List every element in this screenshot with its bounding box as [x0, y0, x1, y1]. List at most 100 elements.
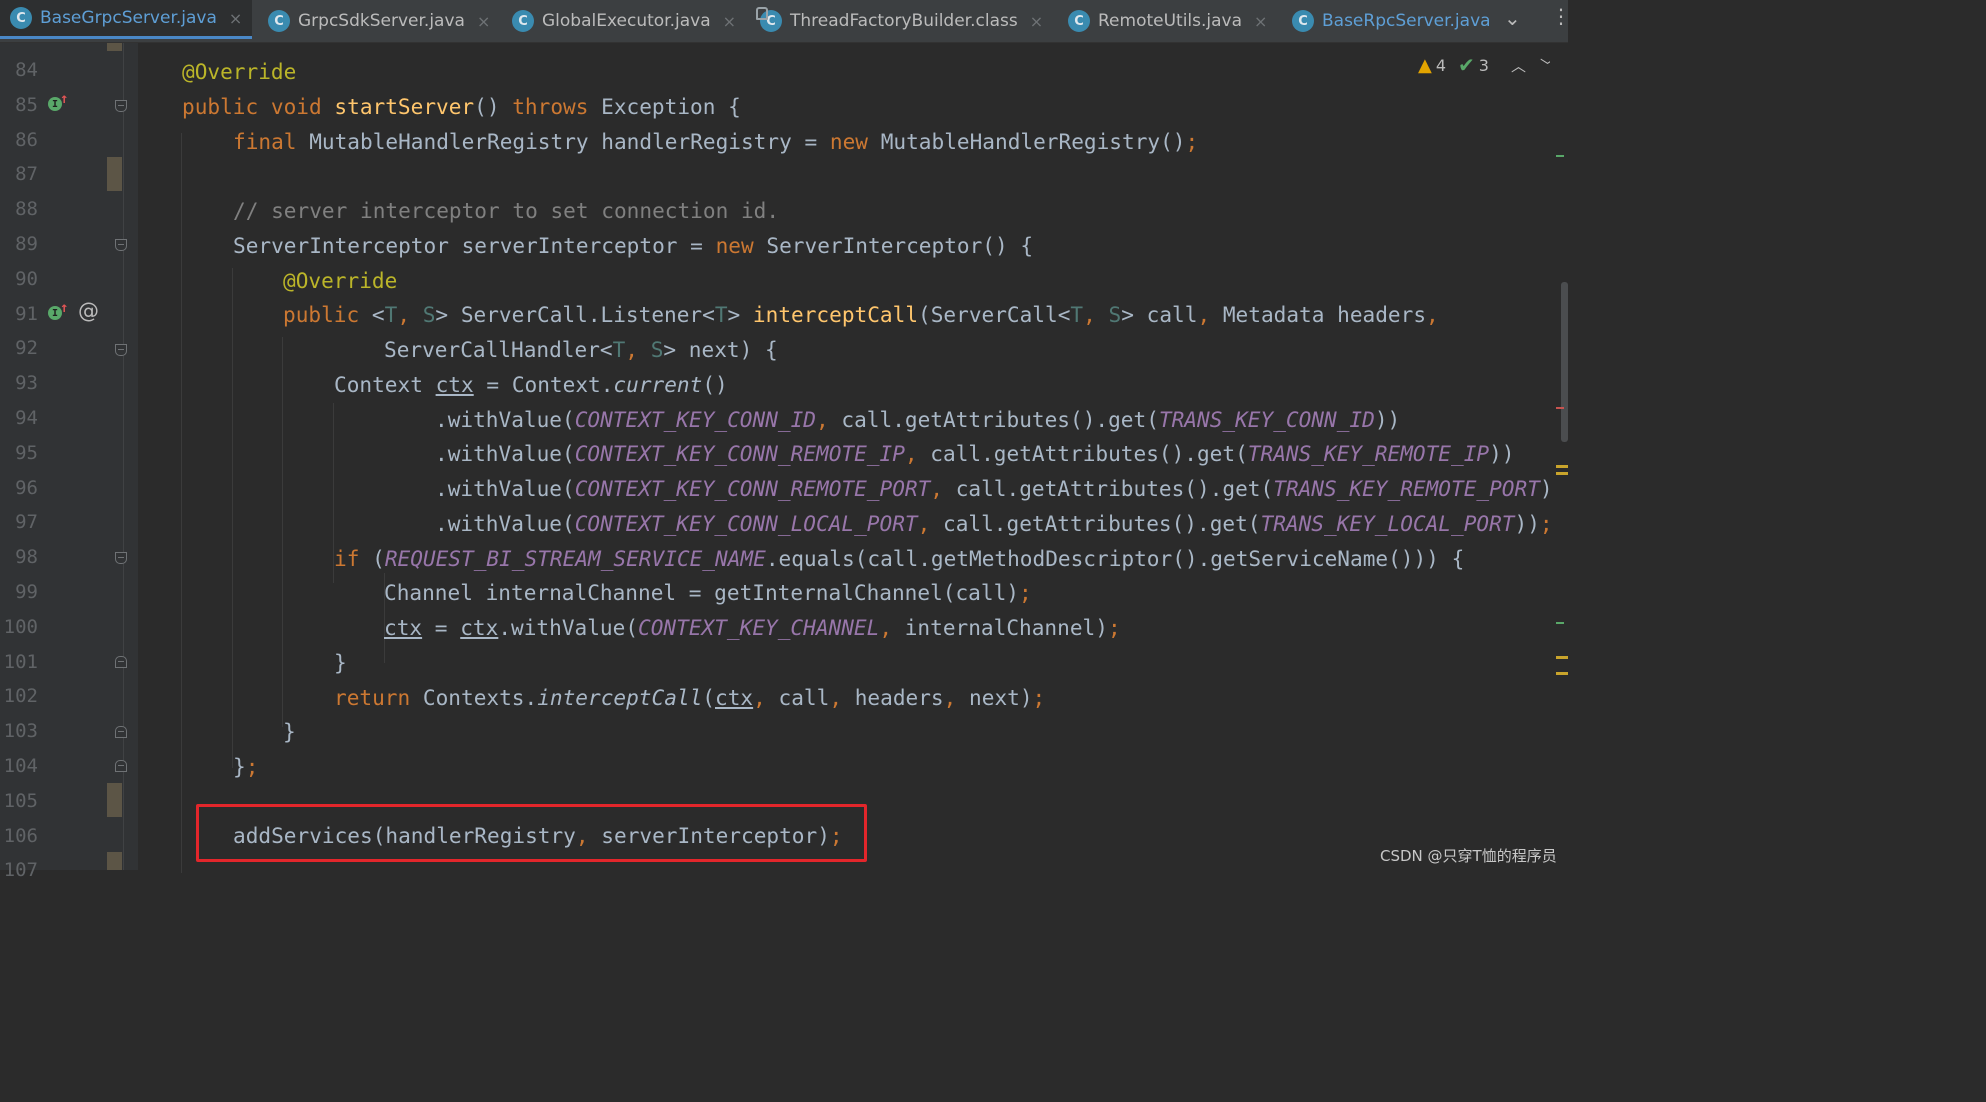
- tab-threadfactorybuilder[interactable]: C ThreadFactoryBuilder.class ×: [756, 0, 1043, 42]
- line-number[interactable]: 105: [0, 790, 38, 812]
- code-line: ServerInterceptor serverInterceptor = ne…: [233, 233, 1033, 258]
- class-icon: C: [512, 10, 534, 32]
- constant: CONTEXT_KEY_CHANNEL: [638, 615, 880, 640]
- keyword: final: [233, 129, 297, 154]
- error-marker[interactable]: [1556, 407, 1564, 409]
- fold-toggle-icon[interactable]: [115, 344, 127, 356]
- code-text: MutableHandlerRegistry handlerRegistry =: [296, 129, 830, 154]
- tab-basegrpcserver[interactable]: C BaseGrpcServer.java ×: [0, 0, 252, 39]
- close-icon[interactable]: ×: [229, 9, 242, 28]
- semicolon: ;: [1185, 129, 1199, 154]
- line-number[interactable]: 101: [0, 651, 38, 673]
- line-number[interactable]: 96: [0, 477, 38, 499]
- scrollbar-thumb[interactable]: [1561, 282, 1568, 442]
- keyword: if: [334, 546, 360, 571]
- code-line: .withValue(CONTEXT_KEY_CONN_LOCAL_PORT, …: [435, 511, 1553, 536]
- annotation-at-icon[interactable]: @: [78, 299, 99, 323]
- tab-globalexecutor[interactable]: C GlobalExecutor.java ×: [512, 0, 736, 42]
- code-text: }: [233, 754, 246, 779]
- implements-method-icon[interactable]: I ↑: [48, 91, 68, 111]
- tab-label: BaseRpcServer.java: [1322, 11, 1491, 31]
- line-number[interactable]: 90: [0, 268, 38, 290]
- variable: ctx: [460, 615, 499, 640]
- line-number[interactable]: 91: [0, 303, 38, 325]
- class-icon: C: [10, 7, 32, 29]
- line-number[interactable]: 85: [0, 94, 38, 116]
- fold-toggle-icon[interactable]: [115, 100, 127, 112]
- code-text: (ServerCall<: [918, 302, 1071, 327]
- code-editor[interactable]: @Override public void startServer() thro…: [138, 43, 1565, 873]
- line-number[interactable]: 106: [0, 825, 38, 847]
- tab-label: GrpcSdkServer.java: [298, 11, 465, 31]
- code-text: MutableHandlerRegistry(): [868, 129, 1186, 154]
- code-text: call: [778, 685, 830, 710]
- line-number[interactable]: 104: [0, 755, 38, 777]
- line-number[interactable]: 99: [0, 581, 38, 603]
- code-text: (: [702, 685, 715, 710]
- fold-toggle-icon[interactable]: [115, 656, 127, 668]
- code-line: }: [334, 650, 347, 675]
- warning-marker[interactable]: [1556, 672, 1568, 675]
- line-number[interactable]: 93: [0, 372, 38, 394]
- highlight-annotation-box: [196, 804, 867, 862]
- line-number[interactable]: 95: [0, 442, 38, 464]
- fold-toggle-icon[interactable]: [115, 760, 127, 772]
- close-icon[interactable]: ×: [477, 12, 490, 31]
- semicolon: ;: [245, 754, 259, 779]
- fold-toggle-icon[interactable]: [115, 552, 127, 564]
- tab-grpcsdkserver[interactable]: C GrpcSdkServer.java ×: [268, 0, 490, 42]
- code-text: ,: [904, 441, 931, 466]
- checkmark-icon: ✔: [1458, 53, 1475, 77]
- tab-remoteutils[interactable]: C RemoteUtils.java ×: [1068, 0, 1267, 42]
- line-number[interactable]: 86: [0, 129, 38, 151]
- code-text: )): [1489, 441, 1515, 466]
- warning-marker[interactable]: [1556, 465, 1568, 468]
- close-icon[interactable]: ×: [1254, 12, 1267, 31]
- code-text: ServerInterceptor() {: [753, 233, 1034, 258]
- code-text: call.getAttributes().get(: [943, 511, 1261, 536]
- line-number[interactable]: 97: [0, 511, 38, 533]
- line-number[interactable]: 103: [0, 720, 38, 742]
- fold-toggle-icon[interactable]: [115, 239, 127, 251]
- code-line: ctx = ctx.withValue(CONTEXT_KEY_CHANNEL,…: [384, 615, 1121, 640]
- close-icon[interactable]: ×: [723, 12, 736, 31]
- change-marker: [107, 783, 122, 817]
- inspection-widget[interactable]: ▲ 4 ✔ 3 ︿ ﹀: [1418, 53, 1555, 77]
- keyword: public: [182, 94, 259, 119]
- code-text: =: [422, 615, 461, 640]
- tab-baserpcserver[interactable]: C BaseRpcServer.java: [1292, 0, 1491, 42]
- vcs-change-marker[interactable]: [1556, 155, 1564, 157]
- warning-marker[interactable]: [1556, 656, 1568, 659]
- vertical-scrollbar[interactable]: [1550, 43, 1568, 870]
- line-number[interactable]: 84: [0, 59, 38, 81]
- line-number[interactable]: 89: [0, 233, 38, 255]
- close-icon[interactable]: ×: [1030, 12, 1043, 31]
- line-number[interactable]: 92: [0, 337, 38, 359]
- more-vertical-icon[interactable]: ⋮: [1551, 4, 1571, 28]
- type-param: S: [422, 302, 436, 327]
- indent-guide: [232, 268, 233, 768]
- line-number[interactable]: 94: [0, 407, 38, 429]
- line-number[interactable]: 98: [0, 546, 38, 568]
- chevron-down-icon[interactable]: ⌄: [1504, 6, 1521, 30]
- code-text: ServerCallHandler<: [384, 337, 613, 362]
- line-number[interactable]: 87: [0, 163, 38, 185]
- vcs-change-marker[interactable]: [1556, 622, 1564, 624]
- constant: CONTEXT_KEY_CONN_REMOTE_IP: [574, 441, 905, 466]
- semicolon: ;: [1018, 580, 1032, 605]
- code-text: ,: [1197, 302, 1223, 327]
- constant: TRANS_KEY_LOCAL_PORT: [1260, 511, 1515, 536]
- implements-method-icon[interactable]: I ↑: [48, 300, 68, 320]
- chevron-up-icon[interactable]: ︿: [1511, 55, 1526, 76]
- code-text: next): [969, 685, 1033, 710]
- code-text: ,: [917, 511, 943, 536]
- constant: CONTEXT_KEY_CONN_REMOTE_PORT: [574, 476, 931, 501]
- fold-toggle-icon[interactable]: [115, 726, 127, 738]
- code-text: .withValue(: [435, 476, 575, 501]
- line-number[interactable]: 88: [0, 198, 38, 220]
- editor-tab-bar: C BaseGrpcServer.java × C GrpcSdkServer.…: [0, 0, 1571, 43]
- line-number[interactable]: 102: [0, 685, 38, 707]
- line-number[interactable]: 100: [0, 616, 38, 638]
- warning-marker[interactable]: [1556, 472, 1568, 475]
- line-number[interactable]: 107: [0, 859, 38, 881]
